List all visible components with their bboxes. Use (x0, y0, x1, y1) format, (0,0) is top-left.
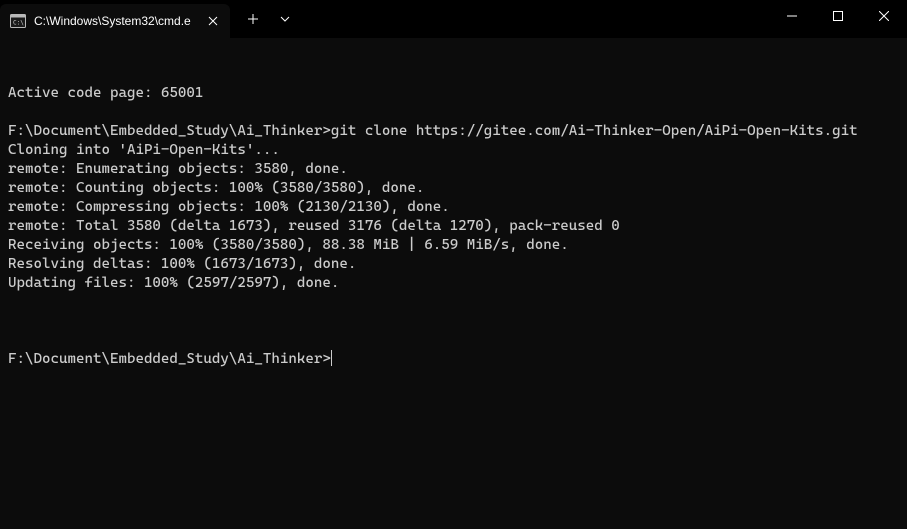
window-controls (769, 0, 907, 38)
terminal-line: F:\Document\Embedded_Study\Ai_Thinker>gi… (8, 122, 899, 141)
tab-content: C:\ C:\Windows\System32\cmd.e (10, 13, 191, 29)
terminal-line: Updating files: 100% (2597/2597), done. (8, 274, 899, 293)
terminal-line: remote: Enumerating objects: 3580, done. (8, 160, 899, 179)
tab-active[interactable]: C:\ C:\Windows\System32\cmd.e (0, 4, 230, 38)
terminal-line: remote: Counting objects: 100% (3580/358… (8, 179, 899, 198)
terminal-line: Resolving deltas: 100% (1673/1673), done… (8, 255, 899, 274)
cursor-icon (331, 350, 332, 366)
tab-title: C:\Windows\System32\cmd.e (34, 14, 191, 28)
terminal-prompt: F:\Document\Embedded_Study\Ai_Thinker> (8, 350, 331, 369)
close-window-button[interactable] (861, 0, 907, 32)
terminal-output[interactable]: Active code page: 65001 F:\Document\Embe… (0, 38, 907, 529)
terminal-line: remote: Total 3580 (delta 1673), reused … (8, 217, 899, 236)
cmd-icon: C:\ (10, 13, 26, 29)
tab-dropdown-button[interactable] (270, 2, 300, 36)
new-tab-button[interactable] (236, 2, 270, 36)
maximize-button[interactable] (815, 0, 861, 32)
close-tab-button[interactable] (204, 12, 222, 30)
terminal-line: Active code page: 65001 (8, 84, 899, 103)
minimize-button[interactable] (769, 0, 815, 32)
terminal-prompt-line: F:\Document\Embedded_Study\Ai_Thinker> (8, 350, 899, 369)
terminal-line (8, 293, 899, 312)
svg-text:C:\: C:\ (13, 20, 24, 27)
window-titlebar: C:\ C:\Windows\System32\cmd.e (0, 0, 907, 38)
terminal-line: Cloning into 'AiPi-Open-Kits'... (8, 141, 899, 160)
terminal-line: Receiving objects: 100% (3580/3580), 88.… (8, 236, 899, 255)
terminal-line: remote: Compressing objects: 100% (2130/… (8, 198, 899, 217)
terminal-line (8, 103, 899, 122)
